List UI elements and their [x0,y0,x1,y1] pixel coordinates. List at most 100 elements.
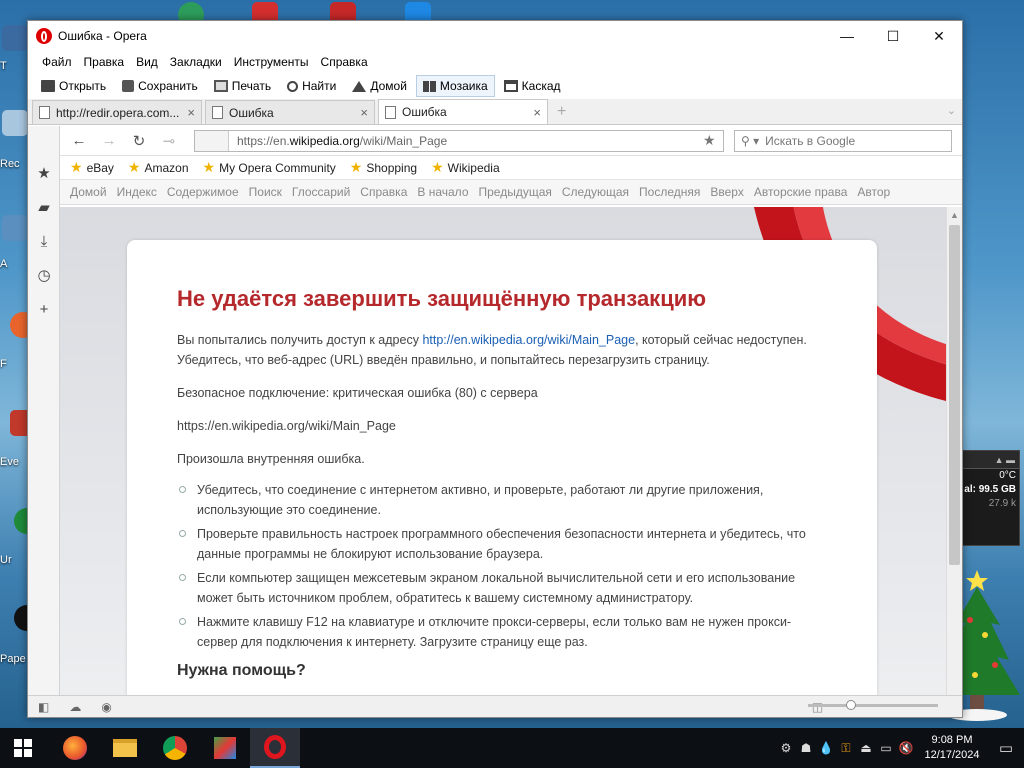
zoom-slider[interactable] [808,700,938,710]
taskbar-app[interactable] [200,728,250,768]
people-icon[interactable]: ☗ [796,738,816,758]
desktop-label-5: Eve [0,456,19,468]
scroll-up-icon[interactable]: ▲ [947,207,962,223]
nav-author[interactable]: Автор [857,185,890,199]
menu-tools[interactable]: Инструменты [228,55,315,69]
url-field[interactable]: https://en.wikipedia.org/wiki/Main_Page … [194,129,724,152]
back-arrow-icon[interactable]: ← [66,130,92,152]
menu-bookmarks[interactable]: Закладки [164,55,228,69]
add-panel-icon[interactable]: + [28,292,60,326]
nav-first[interactable]: В начало [417,185,468,199]
zoom-slider-handle[interactable] [846,700,856,710]
side-panel: ★ ▰ ⤓ ◷ + [28,126,60,695]
forward-arrow-icon[interactable]: → [96,130,122,152]
cloud-icon[interactable]: ☁ [69,700,81,714]
nav-help[interactable]: Справка [360,185,407,199]
site-info-badge[interactable] [195,130,229,151]
tab-close-icon[interactable]: × [533,105,541,120]
history-clock-icon[interactable]: ◷ [28,258,60,292]
folder-icon [41,80,55,92]
maximize-button[interactable]: ☐ [870,21,916,51]
start-button[interactable] [0,728,46,768]
display-icon[interactable]: ▭ [876,738,896,758]
turbo-icon[interactable]: ◉ [101,700,111,714]
vertical-scrollbar[interactable]: ▲ [946,207,962,695]
tab-2[interactable]: Ошибка × [205,100,375,124]
bookmark-my-opera[interactable]: ★ My Opera Community [203,159,336,176]
bookmark-shopping[interactable]: ★ Shopping [350,159,417,176]
opera-window: Ошибка - Opera — ☐ ✕ Файл Правка Вид Зак… [27,20,963,718]
desktop-icon-1[interactable] [2,25,28,51]
bookmark-star-icon[interactable]: ★ [703,132,723,149]
tab-3-active[interactable]: Ошибка × [378,99,548,124]
tab-close-icon[interactable]: × [187,105,195,120]
menu-help[interactable]: Справка [315,55,374,69]
key-icon[interactable]: ⊸ [156,130,182,152]
bookmark-wikipedia[interactable]: ★ Wikipedia [431,159,500,176]
tab-1[interactable]: http://redir.opera.com... × [32,100,202,124]
error-link[interactable]: http://en.wikipedia.org/wiki/Main_Page [422,333,635,347]
list-item: Проверьте правильность настроек программ… [177,524,827,564]
system-monitor-widget: ▲ ▬ 0°C al: 99.5 GB 27.9 k [960,450,1020,546]
bookmark-amazon[interactable]: ★ Amazon [128,159,189,176]
address-bar: ← → ↻ ⊸ https://en.wikipedia.org/wiki/Ma… [60,126,962,156]
taskbar-explorer[interactable] [100,728,150,768]
page-icon [212,106,223,119]
speaker-muted-icon[interactable]: 🔇 [896,738,916,758]
drop-icon[interactable]: 💧 [816,738,836,758]
menu-view[interactable]: Вид [130,55,164,69]
close-button[interactable]: ✕ [916,21,962,51]
nav-search[interactable]: Поиск [249,185,282,199]
taskbar-opera[interactable] [250,728,300,768]
search-placeholder: Искать в Google [765,133,856,148]
widget-controls[interactable]: ▲ ▬ [961,451,1019,469]
recycle-bin-icon[interactable] [2,110,28,136]
server-url-text: https://en.wikipedia.org/wiki/Main_Page [177,419,396,433]
downloads-icon[interactable]: ⤓ [28,224,60,258]
menu-file[interactable]: Файл [36,55,78,69]
desktop-icon-3[interactable] [2,215,28,241]
bookmark-ebay[interactable]: ★ eBay [70,159,114,176]
scrollbar-thumb[interactable] [949,225,960,565]
nav-copyright[interactable]: Авторские права [754,185,848,199]
minimize-button[interactable]: — [824,21,870,51]
find-button[interactable]: Найти [280,75,343,97]
usb-icon[interactable]: ⏏ [856,738,876,758]
bookmarks-star-icon[interactable]: ★ [28,156,60,190]
windows-logo-icon [14,739,32,757]
tab-bar: http://redir.opera.com... × Ошибка × Оши… [28,99,962,125]
title-bar[interactable]: Ошибка - Opera — ☐ ✕ [28,21,962,51]
nav-up[interactable]: Вверх [710,185,743,199]
nav-next[interactable]: Следующая [562,185,629,199]
new-tab-button[interactable]: + [557,103,575,121]
home-button[interactable]: Домой [345,75,414,97]
tile-label: Мозаика [439,79,488,93]
tab-close-icon[interactable]: × [360,105,368,120]
page-icon [385,105,396,119]
save-button[interactable]: Сохранить [115,75,205,97]
print-button[interactable]: Печать [207,75,278,97]
nav-last[interactable]: Последняя [639,185,700,199]
nav-glossary[interactable]: Глоссарий [292,185,350,199]
panel-toggle-icon[interactable]: ◧ [38,700,49,714]
cascade-button[interactable]: Каскад [497,75,568,97]
notes-icon[interactable]: ▰ [28,190,60,224]
tile-button[interactable]: Мозаика [415,75,495,97]
notifications-icon[interactable]: ▭ [988,738,1024,758]
chevron-down-icon[interactable]: ⌄ [947,104,956,117]
open-button[interactable]: Открыть [34,75,113,97]
search-input[interactable]: ⚲ ▾ Искать в Google [734,129,952,152]
widget-disk: al: 99.5 GB [964,484,1016,495]
clock[interactable]: 9:08 PM 12/17/2024 [916,733,988,763]
key-tray-icon[interactable]: ⚿ [836,738,856,758]
star-icon: ★ [349,159,363,175]
nav-index[interactable]: Индекс [117,185,157,199]
taskbar-firefox[interactable] [50,728,100,768]
network-share-icon[interactable]: ⚙ [776,738,796,758]
reload-icon[interactable]: ↻ [126,130,152,152]
nav-contents[interactable]: Содержимое [167,185,239,199]
nav-home[interactable]: Домой [70,185,107,199]
menu-edit[interactable]: Правка [78,55,131,69]
nav-previous[interactable]: Предыдущая [479,185,552,199]
taskbar-chrome[interactable] [150,728,200,768]
